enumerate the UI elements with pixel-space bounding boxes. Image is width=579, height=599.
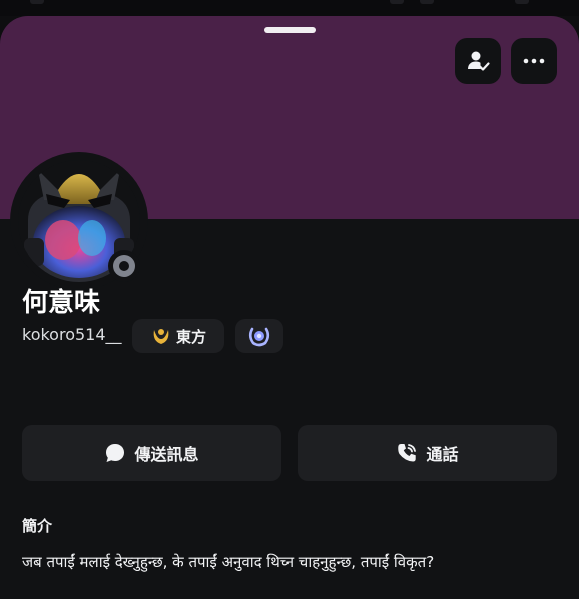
profile-badge[interactable] <box>235 319 283 353</box>
call-button[interactable]: 通話 <box>298 425 557 481</box>
more-options-button[interactable] <box>511 38 557 84</box>
system-icon <box>390 0 404 4</box>
system-icon <box>420 0 434 4</box>
friend-status-button[interactable] <box>455 38 501 84</box>
more-dots-icon <box>523 58 545 64</box>
moon-crescent-icon <box>153 329 169 344</box>
bio-text: जब तपाईं मलाई देख्नुहुन्छ, के तपाईं अनुव… <box>22 553 435 571</box>
status-bar-strip <box>0 0 579 16</box>
display-name: 何意味 <box>22 288 101 318</box>
offline-status-icon <box>113 255 135 277</box>
drag-handle[interactable] <box>264 27 316 33</box>
user-check-icon <box>468 51 490 71</box>
username[interactable]: kokoro514__ <box>22 325 122 344</box>
system-icon <box>515 0 529 4</box>
status-indicator <box>108 250 140 282</box>
send-message-button[interactable]: 傳送訊息 <box>22 425 281 481</box>
laurel-badge-icon <box>248 327 270 347</box>
guild-tag[interactable]: 東方 <box>132 319 224 353</box>
system-icon <box>30 0 44 4</box>
call-label: 通話 <box>426 445 459 464</box>
chat-bubble-icon <box>106 444 125 462</box>
guild-tag-label: 東方 <box>175 327 206 346</box>
avatar-container[interactable] <box>10 152 148 290</box>
bio-heading: 簡介 <box>22 517 53 535</box>
phone-call-icon <box>398 444 417 462</box>
send-message-label: 傳送訊息 <box>134 445 199 464</box>
